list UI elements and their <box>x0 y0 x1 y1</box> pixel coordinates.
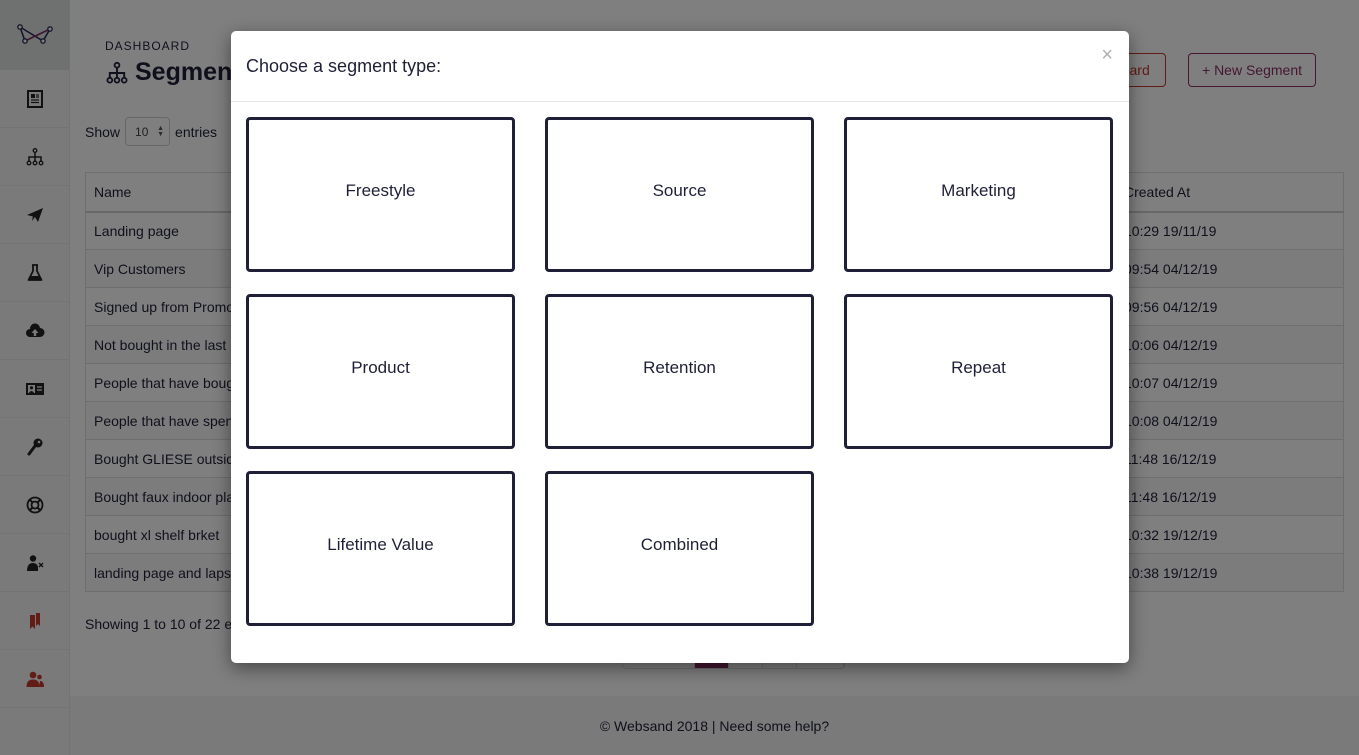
modal-header: Choose a segment type: × <box>231 31 1129 102</box>
close-icon[interactable]: × <box>1101 45 1113 65</box>
segment-type-product[interactable]: Product <box>246 294 515 449</box>
segment-type-combined[interactable]: Combined <box>545 471 814 626</box>
segment-type-modal: Choose a segment type: × Freestyle Source… <box>231 31 1129 663</box>
segment-type-marketing[interactable]: Marketing <box>844 117 1113 272</box>
segment-type-source[interactable]: Source <box>545 117 814 272</box>
modal-title: Choose a segment type: <box>246 56 442 76</box>
segment-type-freestyle[interactable]: Freestyle <box>246 117 515 272</box>
segment-type-options: Freestyle Source Marketing Product Retention… <box>246 117 1114 626</box>
segment-type-repeat[interactable]: Repeat <box>844 294 1113 449</box>
segment-type-retention[interactable]: Retention <box>545 294 814 449</box>
segment-type-lifetime-value[interactable]: Lifetime Value <box>246 471 515 626</box>
